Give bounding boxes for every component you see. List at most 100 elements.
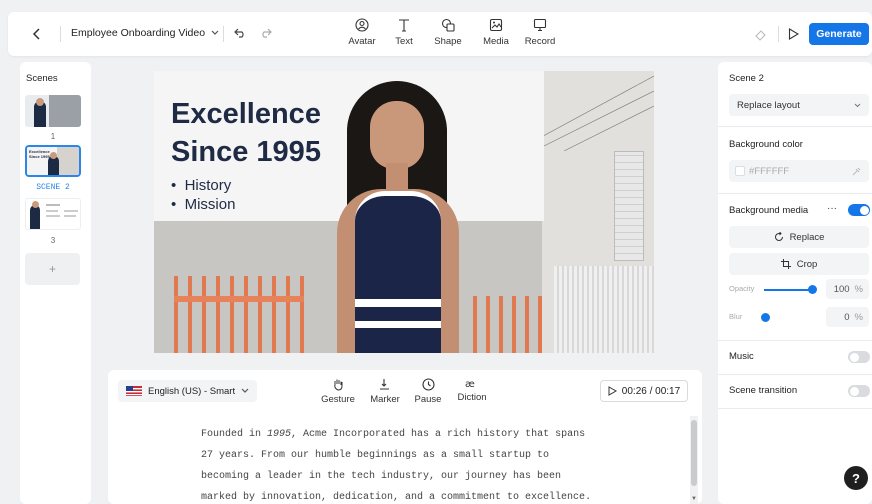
script-text: , Acme Incorporated has a rich history t…	[291, 429, 586, 440]
headline-line-1[interactable]: Excellence	[171, 95, 321, 133]
background-media-toggle[interactable]	[848, 204, 870, 216]
project-title: Employee Onboarding Video	[71, 27, 206, 39]
gesture-label: Gesture	[321, 394, 355, 405]
script-scrollbar[interactable]: ▼	[690, 416, 698, 504]
background-media-label: Background media	[729, 205, 809, 216]
chevron-down-icon	[211, 30, 219, 35]
diction-button[interactable]: æ Diction	[447, 378, 497, 403]
bullet-item[interactable]: • History	[171, 176, 231, 195]
headline-line-2[interactable]: Since 1995	[171, 133, 321, 171]
replace-media-button[interactable]: Replace	[729, 226, 869, 248]
scene-title: Scene 2	[729, 73, 764, 84]
divider	[60, 26, 61, 42]
background-color-field[interactable]: #FFFFFF	[729, 160, 869, 182]
record-tool-label: Record	[524, 36, 556, 47]
media-tool-button[interactable]: Media	[474, 18, 518, 52]
diction-icon: æ	[465, 379, 475, 389]
scene-thumbnail-2[interactable]: Excellence Since 1995	[25, 145, 81, 177]
avatar-head	[36, 98, 44, 106]
scene-thumbnail-1[interactable]	[25, 95, 81, 127]
record-icon	[533, 18, 547, 32]
script-line: becoming a leader in the tech industry, …	[201, 471, 562, 482]
script-emphasis: 1995	[267, 429, 292, 440]
scene-transition-label: Scene transition	[729, 385, 798, 396]
scene-number: 3	[50, 236, 56, 245]
bullet-text: Mission	[184, 196, 236, 213]
help-button[interactable]: ?	[844, 466, 868, 490]
divider	[718, 126, 872, 127]
chevron-down-icon	[241, 388, 249, 393]
gesture-button[interactable]: Gesture	[313, 378, 363, 405]
scene-transition-toggle[interactable]	[848, 385, 870, 397]
music-label: Music	[729, 351, 754, 362]
color-value-group: #FFFFFF	[735, 166, 789, 177]
color-swatch	[735, 166, 745, 176]
thumbnail-line	[46, 204, 60, 206]
avatar-tool-button[interactable]: Avatar	[340, 18, 384, 52]
undo-button[interactable]	[232, 25, 248, 41]
scene-canvas[interactable]: Excellence Since 1995 • History • Missio…	[154, 71, 654, 353]
layout-select-label: Replace layout	[737, 99, 800, 111]
clock-icon	[421, 378, 435, 391]
project-title-dropdown[interactable]: Employee Onboarding Video	[71, 27, 219, 39]
properties-panel: Scene 2 Replace layout Background color …	[718, 62, 872, 504]
preview-play-button[interactable]	[784, 25, 802, 43]
media-icon	[489, 18, 503, 32]
opacity-slider-handle[interactable]	[808, 285, 817, 294]
bullet-item[interactable]: • Mission	[171, 195, 235, 214]
redo-button[interactable]	[257, 25, 273, 41]
thumbnail-line	[46, 215, 60, 217]
blur-input[interactable]: 0 %	[826, 307, 869, 327]
scroll-down-arrow[interactable]: ▼	[691, 496, 697, 502]
text-tool-button[interactable]: Text	[382, 18, 426, 52]
blur-slider-handle[interactable]	[761, 313, 770, 322]
cafe-chairs-left	[164, 276, 314, 353]
crop-media-button[interactable]: Crop	[729, 253, 869, 275]
crop-icon	[780, 259, 791, 269]
background-window	[614, 151, 644, 261]
add-scene-button[interactable]: +	[25, 253, 80, 285]
divider	[718, 374, 872, 375]
media-tool-label: Media	[483, 36, 509, 47]
divider	[718, 408, 872, 409]
cafe-chairs-right	[464, 296, 544, 353]
avatar-dress-stripe	[355, 321, 441, 328]
language-label: English (US) - Smart	[148, 385, 236, 397]
thumbnail-background	[49, 95, 81, 127]
scenes-panel: Scenes 1 Excellence Since 1995 SCENE 2 3…	[20, 62, 91, 504]
scrollbar-thumb[interactable]	[691, 420, 697, 486]
avatar-head	[32, 201, 39, 208]
blur-value: 0	[844, 311, 850, 323]
music-toggle[interactable]	[848, 351, 870, 363]
more-options-button[interactable]: ···	[827, 203, 837, 214]
us-flag-icon	[126, 386, 142, 396]
generate-button[interactable]: Generate	[809, 23, 869, 45]
record-tool-button[interactable]: Record	[518, 18, 562, 52]
pause-button[interactable]: Pause	[403, 378, 453, 405]
svg-text:æ: æ	[465, 379, 475, 389]
avatar-head	[50, 152, 57, 159]
play-script-button[interactable]: 00:26 / 00:17	[600, 380, 688, 402]
script-line: marked by innovation, dedication, and a …	[201, 492, 592, 503]
scene-thumbnail-3[interactable]	[25, 198, 81, 230]
back-button[interactable]	[28, 25, 46, 43]
chevron-left-icon	[32, 28, 40, 40]
background-railing	[554, 266, 654, 353]
thumbnail-background	[57, 147, 79, 175]
script-text-editor[interactable]: Founded in 1995, Acme Incorporated has a…	[201, 429, 601, 504]
language-selector[interactable]: English (US) - Smart	[118, 380, 258, 402]
eraser-button[interactable]	[752, 26, 768, 42]
opacity-label: Opacity	[729, 284, 755, 293]
divider	[718, 193, 872, 194]
layout-select[interactable]: Replace layout	[729, 94, 869, 116]
undo-icon	[233, 28, 244, 38]
shape-tool-button[interactable]: Shape	[426, 18, 470, 52]
scene-number: 1	[50, 132, 56, 141]
opacity-value: 100	[833, 283, 850, 295]
toggle-knob	[849, 386, 859, 396]
thumbnail-line	[64, 215, 76, 217]
opacity-slider-track[interactable]	[764, 289, 812, 291]
play-icon	[608, 386, 617, 396]
opacity-input[interactable]: 100 %	[826, 279, 869, 299]
script-line: Founded in 1995, Acme Incorporated has a…	[201, 429, 601, 450]
